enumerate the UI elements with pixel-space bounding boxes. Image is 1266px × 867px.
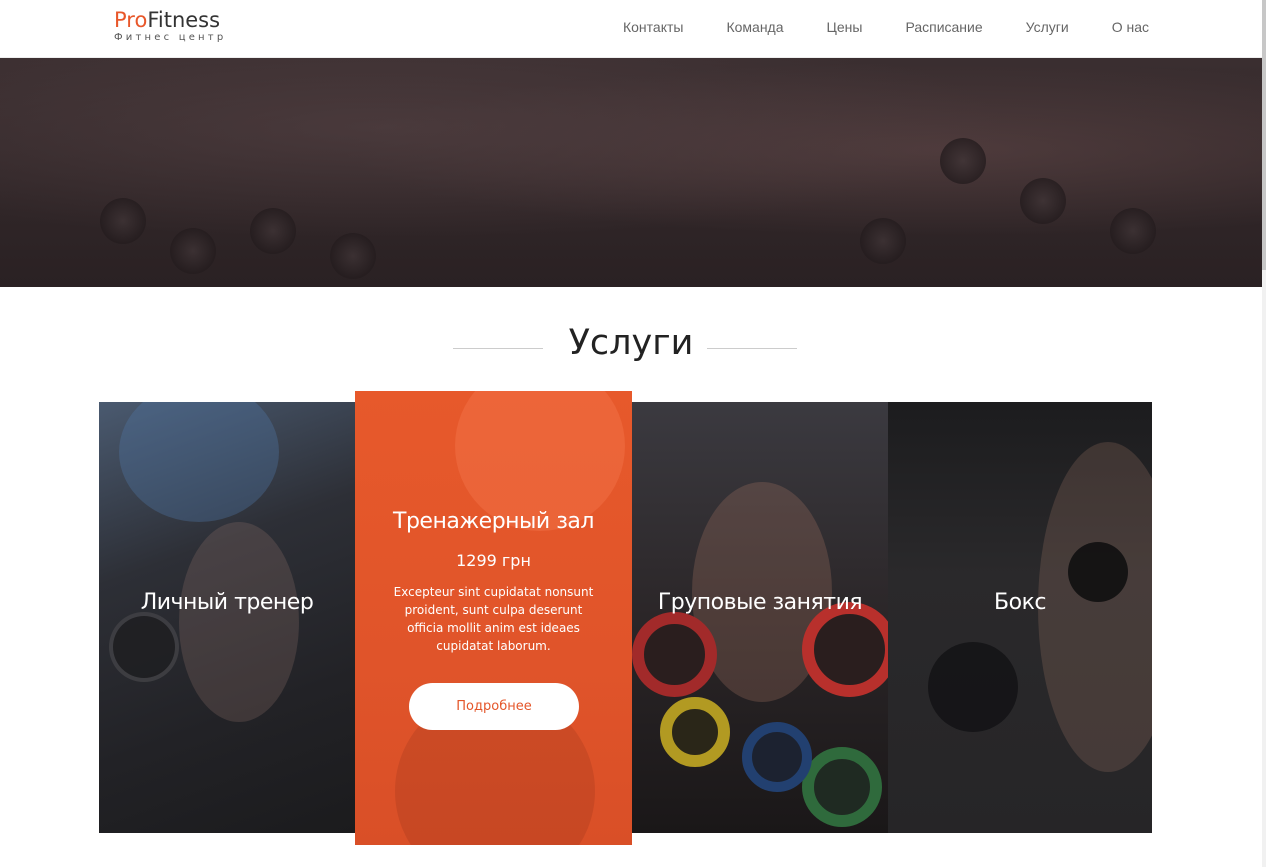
weight-plate-green <box>802 747 882 827</box>
dumbbell-shape <box>1020 178 1066 224</box>
services-heading: Услуги <box>568 323 694 363</box>
dumbbell-shape <box>170 228 216 274</box>
logo[interactable]: ProFitness Фитнес центр <box>114 8 226 43</box>
hero-banner <box>0 58 1262 287</box>
weight-plate-blue <box>742 722 812 792</box>
photo-shape <box>179 522 299 722</box>
services-heading-wrap: Услуги <box>0 323 1262 363</box>
dumbbell-plate-shape <box>109 612 179 682</box>
dumbbell-shape <box>330 233 376 279</box>
service-card-personal-trainer[interactable]: Личный тренер <box>99 402 355 833</box>
service-card-title: Бокс <box>994 590 1046 615</box>
nav-team[interactable]: Команда <box>726 19 783 35</box>
logo-subtitle: Фитнес центр <box>114 32 227 43</box>
service-description: Excepteur sint cupidatat nonsunt proiden… <box>393 585 594 653</box>
site-header: ProFitness Фитнес центр Контакты Команда… <box>0 0 1262 58</box>
logo-pro: Pro <box>114 8 148 32</box>
nav-about[interactable]: О нас <box>1112 19 1149 35</box>
service-card-title: Тренажерный зал <box>393 509 594 534</box>
dumbbell-shape <box>940 138 986 184</box>
dumbbell-shape <box>860 218 906 264</box>
photo-shape <box>119 402 279 522</box>
service-card-gym[interactable]: Тренажерный зал 1299 грн Excepteur sint … <box>355 391 632 845</box>
weight-plate-yellow <box>660 697 730 767</box>
service-card-group-classes[interactable]: Груповые занятия <box>632 402 888 833</box>
nav-schedule[interactable]: Расписание <box>905 19 982 35</box>
service-card-title: Личный тренер <box>140 590 314 615</box>
service-price: 1299 грн <box>456 551 531 570</box>
weight-plate-red <box>632 612 717 697</box>
dumbbell-shape <box>1110 208 1156 254</box>
dumbbell-shape <box>100 198 146 244</box>
logo-wordmark: ProFitness <box>114 8 226 32</box>
boxing-glove-shape <box>928 642 1018 732</box>
service-card-title: Груповые занятия <box>657 590 863 615</box>
nav-contacts[interactable]: Контакты <box>623 19 683 35</box>
service-card-boxing[interactable]: Бокс <box>888 402 1152 833</box>
weight-plate-red <box>802 602 888 697</box>
more-button[interactable]: Подробнее <box>409 683 579 730</box>
nav-services[interactable]: Услуги <box>1026 19 1069 35</box>
logo-fitness: Fitness <box>147 8 221 32</box>
dumbbell-shape <box>250 208 296 254</box>
scrollbar-thumb[interactable] <box>1262 0 1266 270</box>
nav-prices[interactable]: Цены <box>827 19 863 35</box>
main-nav: Контакты Команда Цены Расписание Услуги … <box>580 19 1149 35</box>
